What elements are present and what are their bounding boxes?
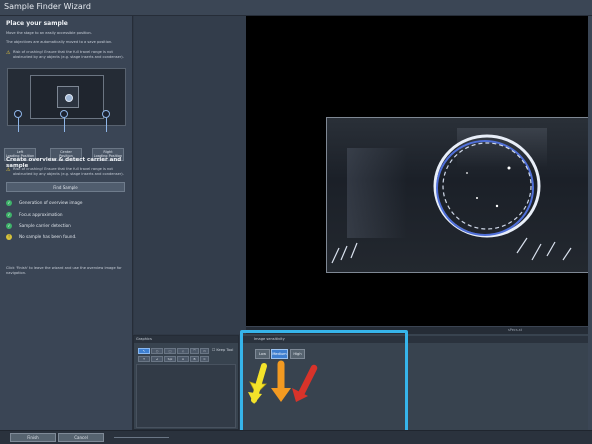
stage-insert [57, 86, 79, 108]
wizard-panel: Place your sample Move the stage to an e… [0, 16, 133, 430]
curve-tool-button[interactable]: ⌒ [190, 348, 199, 354]
tool-a-button[interactable]: A [177, 356, 189, 362]
place-warning: Risk of crushing! Ensure that the full t… [13, 50, 124, 59]
objective-icon [65, 94, 73, 102]
rectangle-tool-button[interactable]: □ [164, 348, 176, 354]
finish-hint: Click 'Finish' to leave the wizard and u… [6, 266, 122, 275]
left-position-marker [14, 110, 22, 118]
spline-tool-button[interactable]: Spl [164, 356, 176, 362]
graphics-panel: Graphics ↖ ○ □ ◇ ⌒ ▭ ☐ Keep Tool T ⊿ Spl… [133, 335, 239, 430]
check-icon: ✓ [6, 223, 12, 229]
step-carrier: ✓ Sample carrier detection [6, 223, 126, 231]
frame-tool-button[interactable]: ▭ [200, 348, 209, 354]
tool-b-button[interactable]: B [190, 356, 199, 362]
graphics-list[interactable] [136, 364, 236, 428]
step-label: No sample has been found. [19, 234, 77, 239]
center-position-line [64, 118, 65, 132]
cancel-button[interactable]: Cancel [58, 433, 104, 442]
step-overview-image: ✓ Generation of overview image [6, 200, 126, 208]
wizard-footer: Finish Cancel [0, 430, 592, 444]
viewer-status-text: sPecs.st [507, 328, 522, 332]
sample-debris [331, 237, 572, 264]
keep-tool-checkbox[interactable]: ☐ Keep Tool [212, 348, 233, 352]
place-sample-heading: Place your sample [6, 20, 68, 27]
window-edge [588, 16, 592, 430]
right-position-marker [102, 110, 110, 118]
arrow-high-icon [292, 364, 318, 402]
polygon-tool-button[interactable]: ◇ [177, 348, 189, 354]
step-no-sample: ! No sample has been found. [6, 234, 126, 242]
overview-warning: Risk of crushing! Ensure that the full t… [13, 167, 124, 176]
warning-icon: ⚠ [6, 167, 11, 173]
sample-finder-window: Sample Finder Wizard Place your sample M… [0, 0, 592, 444]
step-label: Sample carrier detection [19, 223, 71, 228]
window-title: Sample Finder Wizard [4, 2, 91, 11]
find-sample-button[interactable]: Find Sample [6, 182, 125, 192]
tool-strip [134, 16, 246, 334]
place-instruction-2: The objectives are automatically moved t… [6, 40, 113, 44]
circle-tool-button[interactable]: ○ [151, 348, 163, 354]
right-position-line [106, 118, 107, 132]
select-tool-button[interactable]: ↖ [138, 348, 150, 354]
finish-button[interactable]: Finish [10, 433, 56, 442]
step-label: Generation of overview image [19, 200, 83, 205]
angle-tool-button[interactable]: ⊿ [151, 356, 163, 362]
info-icon: ! [6, 234, 12, 240]
step-label: Focus approximation [19, 212, 63, 217]
overview-image-viewer[interactable] [246, 16, 592, 326]
center-position-marker [60, 110, 68, 118]
tool-c-button[interactable]: C [200, 356, 209, 362]
title-bar: Sample Finder Wizard [0, 0, 592, 16]
step-focus: ✓ Focus approximation [6, 212, 126, 220]
check-icon: ✓ [6, 200, 12, 206]
graphics-panel-title: Graphics [134, 336, 238, 343]
keep-tool-label: Keep Tool [216, 348, 234, 352]
footer-slider[interactable] [114, 437, 169, 438]
sample-carrier-image [326, 117, 592, 273]
left-position-line [18, 118, 19, 132]
place-instruction-1: Move the stage to an easily accessible p… [6, 31, 92, 35]
check-icon: ✓ [6, 212, 12, 218]
text-tool-button[interactable]: T [138, 356, 150, 362]
warning-icon: ⚠ [6, 50, 11, 56]
